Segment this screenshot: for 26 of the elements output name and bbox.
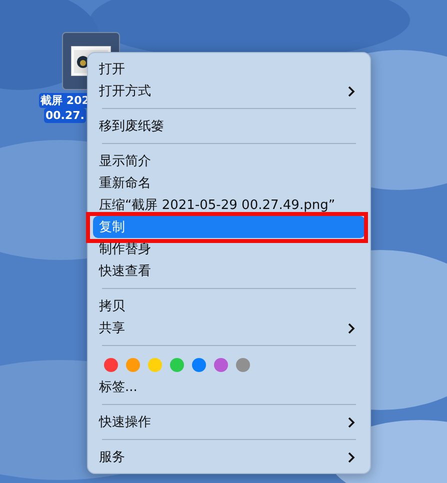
menu-item[interactable]: 标签...: [93, 376, 365, 398]
tag-dot[interactable]: [170, 358, 184, 372]
tag-dot[interactable]: [148, 358, 162, 372]
file-name: 00.27.: [44, 108, 86, 123]
menu-item[interactable]: 快速查看: [93, 260, 365, 282]
menu-item[interactable]: 共享: [93, 317, 365, 339]
tag-dot[interactable]: [104, 358, 118, 372]
menu-item[interactable]: 制作替身: [93, 238, 365, 260]
tag-dot[interactable]: [236, 358, 250, 372]
tag-dot[interactable]: [126, 358, 140, 372]
tag-dot[interactable]: [192, 358, 206, 372]
menu-item[interactable]: 重新命名: [93, 172, 365, 194]
menu-item[interactable]: 打开方式: [93, 80, 365, 102]
menu-item[interactable]: 快速操作: [93, 411, 365, 433]
menu-item[interactable]: 打开: [93, 58, 365, 80]
chevron-right-icon: [348, 452, 355, 462]
menu-item[interactable]: 复制: [93, 216, 365, 238]
menu-item[interactable]: 服务: [93, 446, 365, 468]
chevron-right-icon: [348, 86, 355, 96]
chevron-right-icon: [348, 416, 355, 428]
menu-item[interactable]: 移到废纸篓: [93, 115, 365, 137]
tag-dot[interactable]: [214, 358, 228, 372]
menu-item[interactable]: 压缩“截屏 2021-05-29 00.27.49.png”: [93, 194, 365, 216]
chevron-right-icon: [348, 322, 355, 334]
menu-item[interactable]: 拷贝: [93, 295, 365, 317]
menu-item[interactable]: 显示简介: [93, 150, 365, 172]
